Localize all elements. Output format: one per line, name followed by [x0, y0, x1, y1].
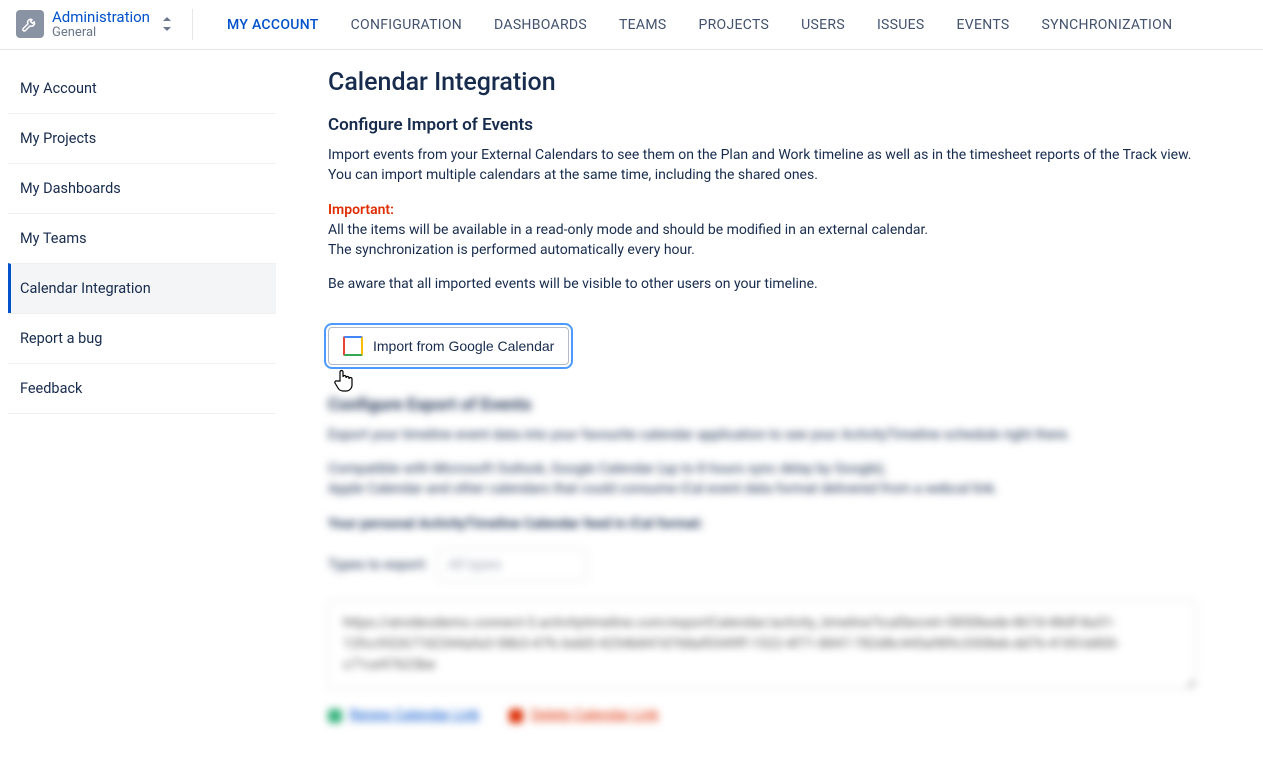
important-line-2: The synchronization is performed automat…: [328, 242, 695, 258]
chevron-up-down-icon: [162, 17, 172, 31]
export-feed-label: Your personal ActivityTimeline Calendar …: [328, 514, 1196, 534]
workspace-subtitle: General: [52, 26, 150, 40]
topnav: Administration General MY ACCOUNT CONFIG…: [0, 0, 1263, 50]
sidebar-item-my-dashboards[interactable]: My Dashboards: [8, 163, 276, 213]
types-label: Types to export:: [328, 557, 428, 573]
types-row: Types to export: All types: [328, 548, 1196, 582]
tab-my-account[interactable]: MY ACCOUNT: [227, 3, 319, 47]
sidebar: My Account My Projects My Dashboards My …: [0, 50, 276, 763]
tab-configuration[interactable]: CONFIGURATION: [351, 3, 462, 47]
tab-issues[interactable]: ISSUES: [877, 3, 925, 47]
tab-projects[interactable]: PROJECTS: [698, 3, 769, 47]
delete-calendar-link[interactable]: Delete Calendar Link: [509, 707, 658, 723]
feed-url-textarea[interactable]: https://atvideodemo.connect-3.activityti…: [328, 600, 1196, 689]
sidebar-item-feedback[interactable]: Feedback: [8, 363, 276, 414]
export-heading: Configure Export of Events: [328, 395, 1196, 415]
page-title: Calendar Integration: [328, 68, 1196, 97]
export-description: Export your timeline event data into you…: [328, 425, 1196, 445]
workspace-title: Administration: [52, 9, 150, 26]
renew-calendar-link[interactable]: Renew Calendar Link: [328, 707, 479, 723]
important-line-1: All the items will be available in a rea…: [328, 222, 928, 238]
main-content: Calendar Integration Configure Import of…: [276, 50, 1236, 763]
sidebar-item-report-bug[interactable]: Report a bug: [8, 313, 276, 363]
tab-events[interactable]: EVENTS: [957, 3, 1010, 47]
sidebar-item-my-account[interactable]: My Account: [8, 64, 276, 113]
export-section-blurred: Configure Export of Events Export your t…: [328, 395, 1196, 723]
import-description: Import events from your External Calenda…: [328, 145, 1196, 186]
export-compat: Compatible with Microsoft Outlook, Googl…: [328, 459, 1196, 500]
visibility-notice: Be aware that all imported events will b…: [328, 274, 1196, 294]
types-select[interactable]: All types: [437, 548, 587, 582]
important-block: Important: All the items will be availab…: [328, 200, 1196, 261]
tab-users[interactable]: USERS: [801, 3, 845, 47]
google-calendar-icon: [343, 336, 363, 356]
import-button-label: Import from Google Calendar: [373, 338, 554, 354]
tab-synchronization[interactable]: SYNCHRONIZATION: [1042, 3, 1173, 47]
topnav-tabs: MY ACCOUNT CONFIGURATION DASHBOARDS TEAM…: [227, 3, 1172, 47]
sidebar-item-my-projects[interactable]: My Projects: [8, 113, 276, 163]
tab-dashboards[interactable]: DASHBOARDS: [494, 3, 587, 47]
import-google-calendar-button[interactable]: Import from Google Calendar: [328, 327, 569, 365]
sidebar-item-calendar-integration[interactable]: Calendar Integration: [8, 263, 276, 313]
tab-teams[interactable]: TEAMS: [619, 3, 666, 47]
important-label: Important:: [328, 202, 394, 218]
workspace-selector[interactable]: Administration General: [16, 9, 193, 40]
sidebar-item-my-teams[interactable]: My Teams: [8, 213, 276, 263]
wrench-icon: [16, 10, 44, 38]
import-heading: Configure Import of Events: [328, 115, 1196, 135]
